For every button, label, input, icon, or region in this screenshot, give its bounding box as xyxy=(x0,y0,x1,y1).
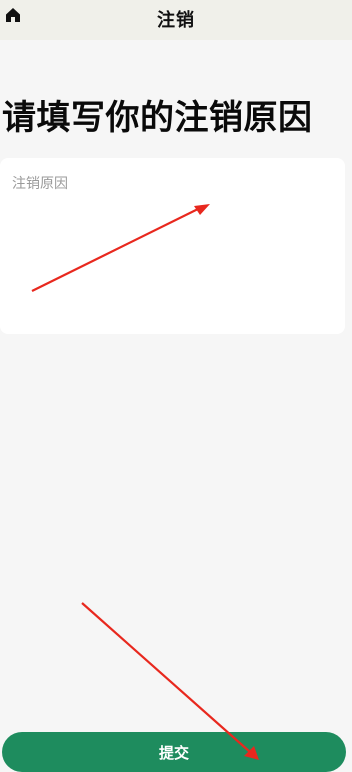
top-bar: 注销 xyxy=(0,0,352,40)
content-area xyxy=(0,40,352,720)
submit-button[interactable]: 提交 xyxy=(2,732,346,772)
page-title: 请填写你的注销原因 xyxy=(2,98,313,138)
page-header-title: 注销 xyxy=(157,10,195,31)
reason-textarea[interactable] xyxy=(0,158,345,334)
reason-card xyxy=(0,158,345,334)
